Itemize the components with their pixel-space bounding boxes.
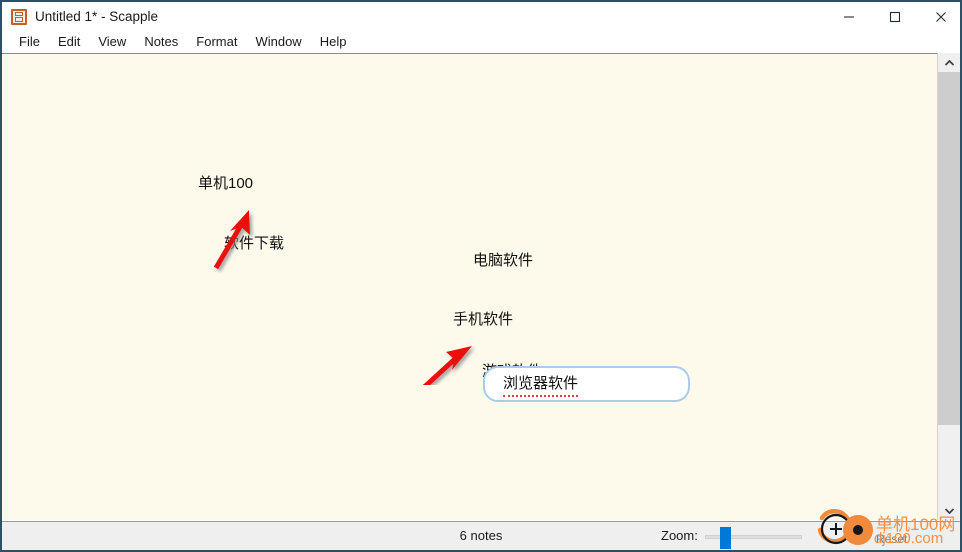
note-liulanqiruanjian-selected[interactable]: 浏览器软件 <box>483 366 690 402</box>
note-ruanjianxiazai[interactable]: 软件下载 <box>224 232 284 253</box>
menu-item-window[interactable]: Window <box>246 32 310 51</box>
menu-item-format[interactable]: Format <box>187 32 246 51</box>
scroll-down-button[interactable] <box>938 501 960 520</box>
scapple-app-icon <box>11 9 27 25</box>
status-bar: 6 notes Zoom: Reset <box>2 521 960 550</box>
notes-count-label: 6 notes <box>459 528 503 543</box>
scapple-window: Untitled 1* - Scapple File Edit View Not… <box>0 0 962 552</box>
maximize-button[interactable] <box>872 2 918 32</box>
note-diannaoruanjian[interactable]: 电脑软件 <box>473 249 533 270</box>
menu-item-file[interactable]: File <box>10 32 49 51</box>
reset-zoom-button[interactable]: Reset <box>876 532 907 546</box>
close-button[interactable] <box>918 2 960 32</box>
note-liulanqiruanjian-text: 浏览器软件 <box>503 372 579 397</box>
window-controls <box>826 2 960 32</box>
window-title: Untitled 1* - Scapple <box>35 9 159 24</box>
close-icon <box>936 12 946 22</box>
maximize-icon <box>889 11 901 23</box>
title-bar: Untitled 1* - Scapple <box>2 0 960 32</box>
app-icon-glyph <box>14 11 24 23</box>
canvas-scroll-area: 单机100 软件下载 电脑软件 手机软件 游戏软件 浏览器软件 <box>2 53 960 520</box>
zoom-slider-thumb[interactable] <box>720 527 731 549</box>
red-arrow-lower-icon <box>422 346 472 385</box>
note-danji100[interactable]: 单机100 <box>198 172 253 193</box>
menu-item-view[interactable]: View <box>89 32 135 51</box>
menu-item-help[interactable]: Help <box>311 32 356 51</box>
scroll-up-button[interactable] <box>938 53 960 72</box>
minimize-icon <box>844 16 854 18</box>
chevron-up-icon <box>944 59 954 66</box>
app-icon-glyph-bottom <box>15 17 23 22</box>
chevron-down-icon <box>944 507 954 514</box>
minimize-button[interactable] <box>826 2 872 32</box>
zoom-slider[interactable] <box>705 527 802 549</box>
scapple-canvas[interactable]: 单机100 软件下载 电脑软件 手机软件 游戏软件 浏览器软件 <box>2 54 937 520</box>
menu-item-notes[interactable]: Notes <box>135 32 187 51</box>
note-shoujiruanjian[interactable]: 手机软件 <box>453 308 513 329</box>
menu-item-edit[interactable]: Edit <box>49 32 89 51</box>
vertical-scrollbar[interactable] <box>937 53 960 520</box>
menu-bar: File Edit View Notes Format Window Help <box>2 30 960 52</box>
zoom-label: Zoom: <box>661 528 698 543</box>
scroll-thumb[interactable] <box>938 72 960 425</box>
app-icon-glyph-top <box>15 12 23 16</box>
